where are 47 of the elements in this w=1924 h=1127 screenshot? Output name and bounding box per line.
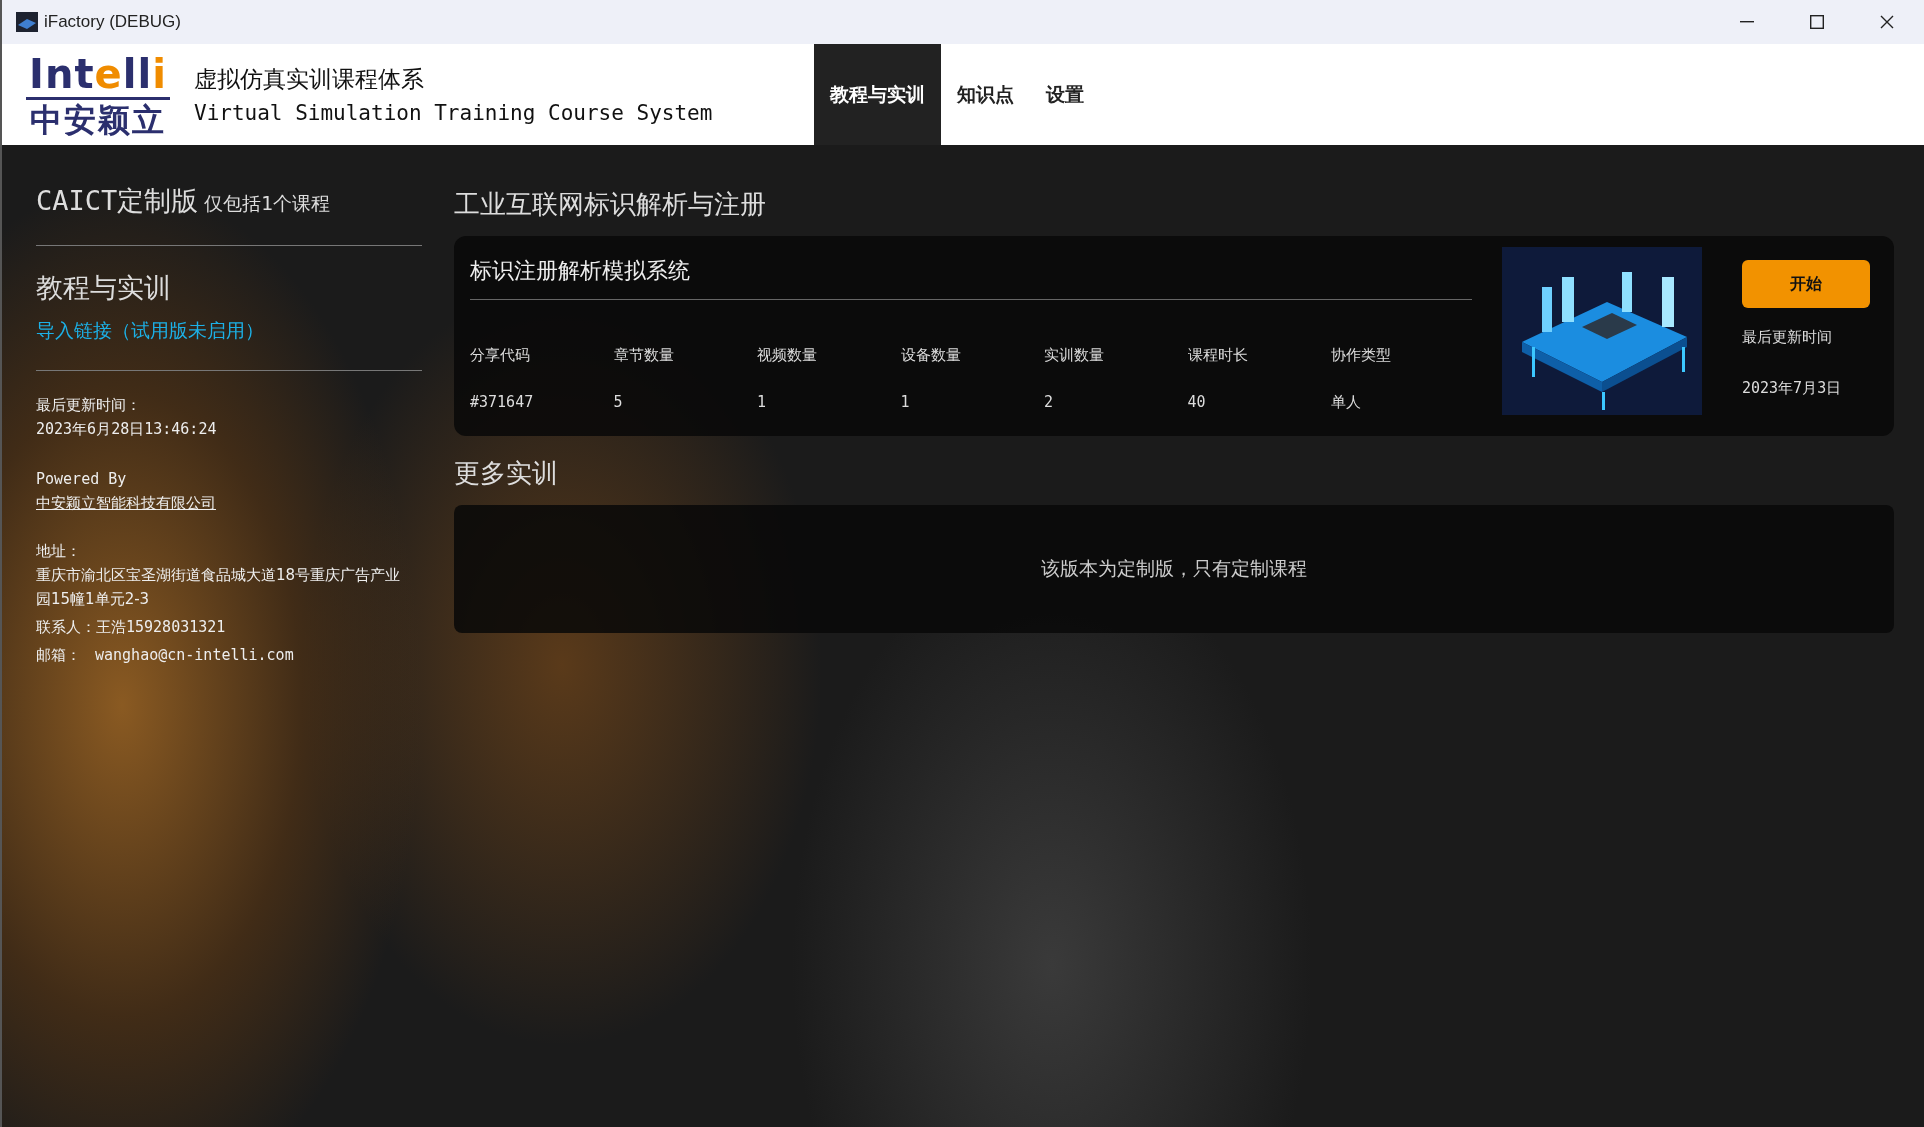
stat-value: 2 bbox=[1044, 393, 1055, 412]
email-label: 邮箱： bbox=[36, 645, 81, 666]
edition-title: CAICT定制版 bbox=[36, 184, 199, 218]
stat-label: 实训数量 bbox=[1044, 346, 1105, 365]
company-link[interactable]: 中安颖立智能科技有限公司 bbox=[36, 494, 216, 512]
stat-label: 设备数量 bbox=[900, 346, 962, 365]
nav-tab[interactable]: 知识点 bbox=[941, 44, 1030, 145]
stat-value: 1 bbox=[900, 393, 911, 412]
stat-value: 单人 bbox=[1331, 393, 1362, 412]
course-title: 标识注册解析模拟系统 bbox=[470, 250, 1472, 300]
custom-edition-message: 该版本为定制版，只有定制课程 bbox=[1041, 556, 1307, 581]
app-icon bbox=[16, 12, 38, 32]
edition-note: 仅包括1个课程 bbox=[204, 191, 331, 216]
address-label: 地址： bbox=[36, 541, 82, 562]
stat-label: 课程时长 bbox=[1187, 346, 1249, 365]
stat-label: 章节数量 bbox=[613, 346, 675, 365]
stat-label: 分享代码 bbox=[470, 346, 531, 365]
update-date: 2023年7月3日 bbox=[1742, 379, 1843, 398]
section-title: 更多实训 bbox=[454, 457, 559, 490]
app-title: 虚拟仿真实训课程体系 bbox=[194, 65, 425, 94]
address-text: 重庆市渝北区宝圣湖街道食品城大道18号重庆广告产业园15幢1单元2-3 bbox=[36, 565, 402, 610]
stat-value: #371647 bbox=[470, 393, 535, 412]
close-icon bbox=[1880, 15, 1894, 29]
contact-text: 联系人：王浩15928031321 bbox=[36, 617, 227, 638]
update-label: 最后更新时间： bbox=[36, 395, 142, 416]
import-link[interactable]: 导入链接（试用版未启用） bbox=[36, 318, 422, 344]
course-group-title: 工业互联网标识解析与注册 bbox=[454, 188, 767, 221]
update-label: 最后更新时间 bbox=[1742, 328, 1833, 347]
nav-tab[interactable]: 设置 bbox=[1030, 44, 1100, 145]
maximize-icon bbox=[1810, 15, 1824, 29]
powered-by-label: Powered By bbox=[36, 469, 128, 490]
stat-value: 5 bbox=[613, 393, 624, 412]
section-title: 教程与实训 bbox=[36, 271, 172, 305]
app-subtitle: Virtual Simulation Training Course System bbox=[194, 101, 714, 125]
nav-tab[interactable]: 教程与实训 bbox=[814, 44, 941, 145]
window-title: iFactory (DEBUG) bbox=[44, 12, 182, 32]
minimize-icon bbox=[1740, 21, 1754, 23]
logo-subtitle: 中安颖立 bbox=[30, 101, 166, 138]
logo-wordmark: Intelli bbox=[29, 51, 167, 96]
email-text: wanghao@cn-intelli.com bbox=[95, 645, 294, 666]
stat-value: 40 bbox=[1187, 393, 1207, 412]
stat-value: 1 bbox=[757, 393, 768, 412]
course-card[interactable]: 标识注册解析模拟系统 分享代码 章节数量 视频数量 设备数量 实训数量 课程时长 协作类型 #371647 5 1 1 2 40 单人 开始 最后更新时间 2023年7月3日 bbox=[454, 236, 1894, 436]
update-time: 2023年6月28日13:46:24 bbox=[36, 419, 218, 440]
start-button[interactable]: 开始 bbox=[1742, 260, 1870, 308]
stat-label: 视频数量 bbox=[757, 346, 818, 365]
stat-label: 协作类型 bbox=[1331, 346, 1392, 365]
